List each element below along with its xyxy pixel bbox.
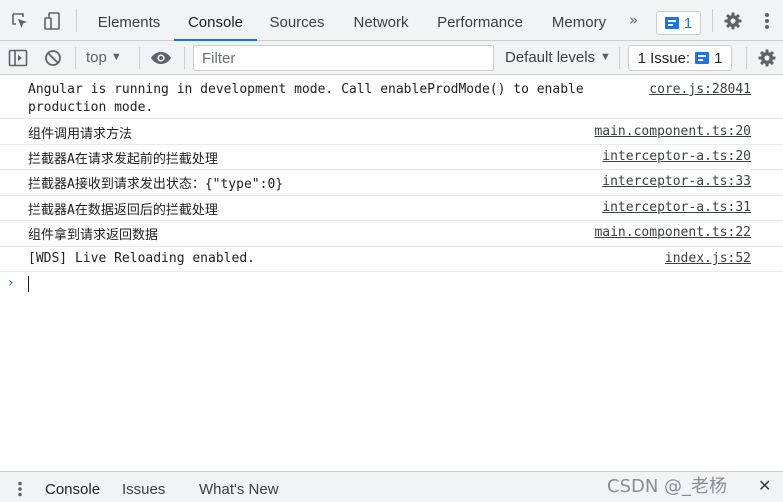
message-text: 组件拿到请求返回数据 [28,228,159,243]
more-options-kebab-icon[interactable] [756,10,778,32]
close-drawer-icon[interactable]: ✕ [758,476,771,495]
show-sidebar-icon[interactable] [7,47,29,69]
issues-count: 1 [714,49,723,67]
console-input-caret[interactable] [28,276,29,292]
console-message: 拦截器A接收到请求发出状态：{"type":0} interceptor-a.t… [0,170,783,196]
console-messages: Angular is running in development mode. … [0,76,783,272]
messages-count: 1 [683,14,693,32]
divider [184,47,185,69]
context-label: top [86,49,107,66]
drawer-tab-issues[interactable]: Issues [122,481,165,498]
console-message: 拦截器A在请求发起前的拦截处理 interceptor-a.ts:20 [0,145,783,170]
inspect-element-icon[interactable] [9,10,31,32]
message-text: 拦截器A在请求发起前的拦截处理 [28,152,218,167]
context-selector[interactable]: top ▼ [86,49,122,66]
tab-console[interactable]: Console [174,0,257,41]
message-source-link[interactable]: index.js:52 [665,251,751,266]
message-text: Angular is running in development mode. … [28,82,584,115]
issue-message-icon [695,52,710,64]
divider [619,47,620,69]
console-prompt-chevron-icon: › [8,275,14,291]
console-toolbar: top▼ Default levels▼ 1 Issue: 1 [0,41,783,75]
dropdown-arrow-icon: ▼ [110,51,122,63]
message-text: 组件调用请求方法 [28,127,133,142]
console-message: 组件拿到请求返回数据 main.component.ts:22 [0,221,783,247]
tab-memory[interactable]: Memory [546,0,612,41]
messages-badge[interactable]: 1 [656,11,701,35]
clear-console-icon[interactable] [42,47,64,69]
divider [746,47,747,69]
log-levels-label: Default levels [505,49,596,66]
divider [76,9,77,32]
live-expression-eye-icon[interactable] [150,47,172,69]
console-message: 组件调用请求方法 main.component.ts:20 [0,119,783,145]
watermark: CSDN @_老杨 [607,476,728,497]
tab-network[interactable]: Network [347,0,415,41]
device-toolbar-icon[interactable] [42,10,64,32]
console-settings-gear-icon[interactable] [756,47,778,69]
console-message: Angular is running in development mode. … [0,76,783,119]
message-source-link[interactable]: interceptor-a.ts:33 [602,174,751,189]
drawer-menu-kebab-icon[interactable] [17,481,23,502]
more-tabs-button[interactable]: » [629,11,638,29]
divider [712,9,713,32]
drawer-tab-console[interactable]: Console [45,481,100,498]
message-source-link[interactable]: interceptor-a.ts:31 [602,200,751,215]
console-message: 拦截器A在数据返回后的拦截处理 interceptor-a.ts:31 [0,196,783,221]
message-source-link[interactable]: interceptor-a.ts:20 [602,149,751,164]
devtools-tab-bar: Elements Console Sources Network Perform… [0,0,783,41]
filter-input[interactable] [193,45,494,71]
issues-label: 1 Issue: [637,49,691,67]
dropdown-arrow-icon: ▼ [600,51,611,63]
settings-gear-icon[interactable] [722,10,744,32]
tab-elements[interactable]: Elements [92,0,166,41]
issues-counter-button[interactable]: 1 Issue: 1 [628,45,732,71]
console-message: [WDS] Live Reloading enabled. index.js:5… [0,247,783,272]
message-text: 拦截器A接收到请求发出状态：{"type":0} [28,177,284,192]
divider [75,47,76,69]
message-text: 拦截器A在数据返回后的拦截处理 [28,203,218,218]
message-source-link[interactable]: main.component.ts:20 [594,124,751,139]
tab-sources[interactable]: Sources [266,0,328,41]
message-source-link[interactable]: core.js:28041 [649,81,751,99]
message-text: [WDS] Live Reloading enabled. [28,251,255,266]
log-levels-dropdown[interactable]: Default levels ▼ [505,49,611,66]
message-source-link[interactable]: main.component.ts:22 [594,225,751,240]
drawer-tab-whats-new[interactable]: What's New [199,481,279,498]
tab-performance[interactable]: Performance [434,0,526,41]
message-icon [664,17,679,29]
divider [139,47,140,69]
